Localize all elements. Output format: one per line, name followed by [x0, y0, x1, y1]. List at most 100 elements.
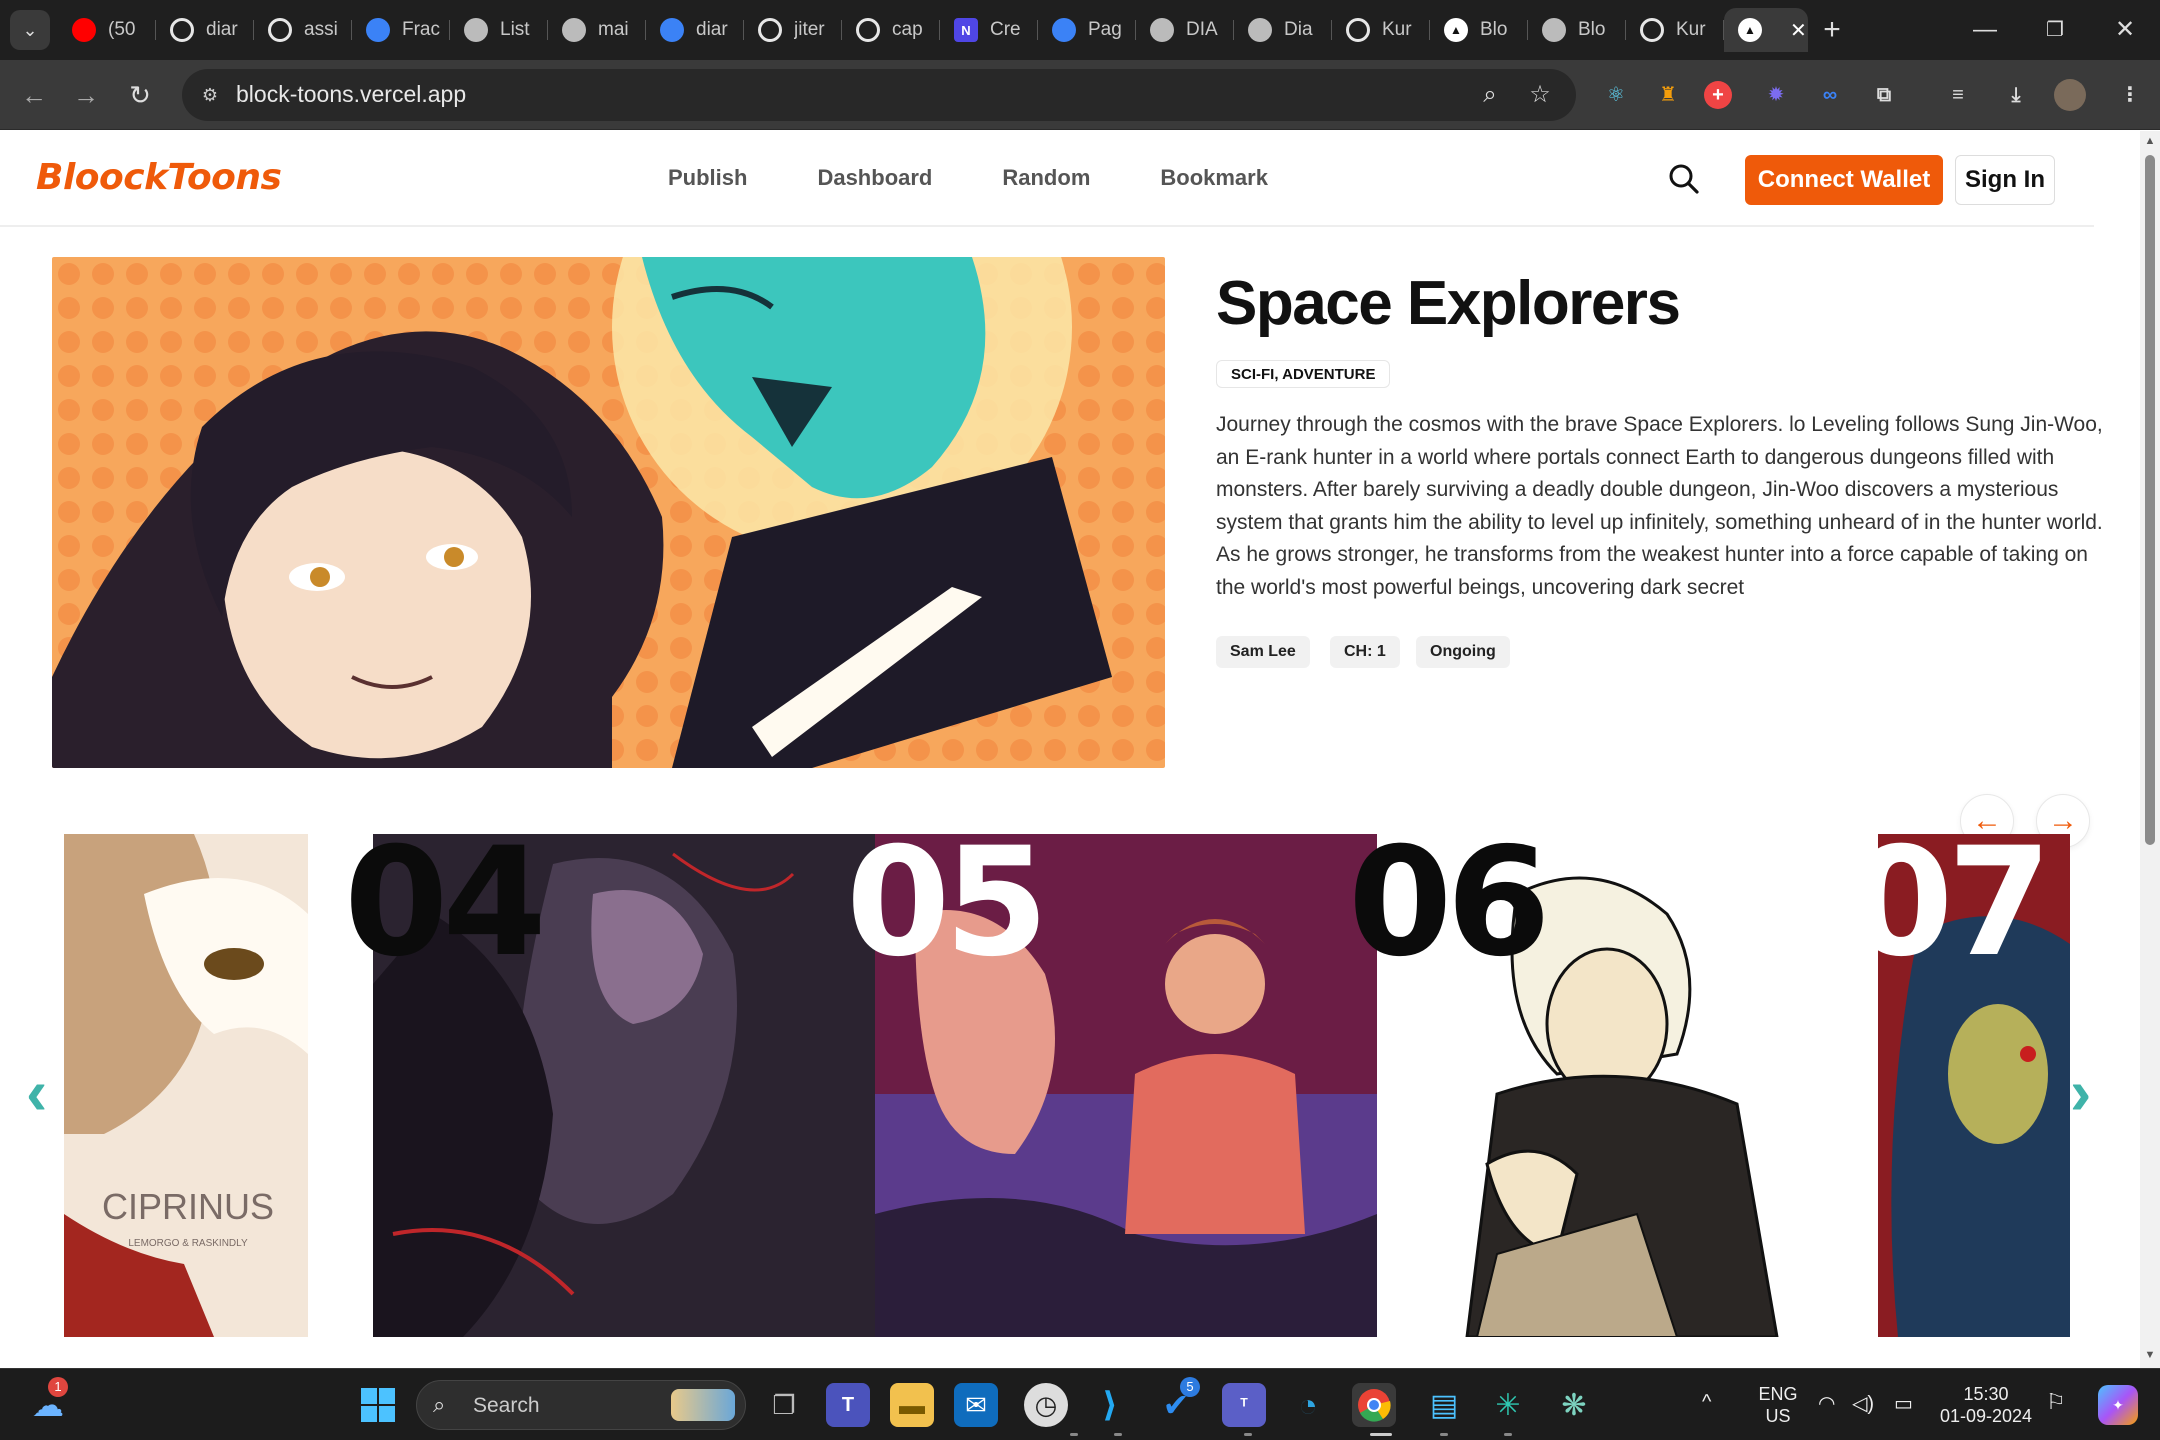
browser-tab-label: assi [304, 19, 338, 40]
browser-tab[interactable]: N Cre [940, 8, 1038, 52]
browser-tab[interactable]: Frac [352, 8, 450, 52]
browser-tab[interactable]: Kur [1626, 8, 1724, 52]
browser-tab[interactable]: (50 [58, 8, 156, 52]
sign-in-button[interactable]: Sign In [1955, 155, 2055, 205]
chatgpt-icon[interactable]: ❋ [1552, 1383, 1596, 1427]
notifications-icon[interactable]: ⚐ [2046, 1391, 2066, 1413]
browser-tab-label: mai [598, 19, 629, 40]
browser-tab[interactable]: diar [646, 8, 744, 52]
web-page: BloockToons Publish Dashboard Random Boo… [0, 131, 2140, 1368]
url-text[interactable]: block-toons.vercel.app [236, 81, 466, 108]
bookmark-star-icon[interactable]: ☆ [1522, 77, 1558, 113]
region-code: US [1765, 1406, 1791, 1426]
browser-tab[interactable]: DIA [1136, 8, 1234, 52]
github-icon [1640, 18, 1664, 42]
featured-title: Space Explorers [1216, 269, 1681, 338]
nav-bookmark[interactable]: Bookmark [1160, 165, 1268, 191]
wifi-icon[interactable]: ◠ [1818, 1393, 1835, 1415]
browser-tab[interactable]: Pag [1038, 8, 1136, 52]
chrome-icon[interactable] [1352, 1383, 1396, 1427]
site-logo[interactable]: BloockToons [36, 157, 282, 198]
browser-tab[interactable]: mai [548, 8, 646, 52]
forward-button[interactable]: → [66, 75, 106, 115]
task-view-icon[interactable]: ❐ [762, 1383, 806, 1427]
comic-card[interactable]: CIPRINUS LEMORGO & RASKINDLY [64, 834, 308, 1337]
nav-random[interactable]: Random [1002, 165, 1090, 191]
n-icon: N [954, 18, 978, 42]
network-app-icon[interactable]: ✳ [1486, 1383, 1530, 1427]
search-icon: ⌕ [433, 1392, 446, 1417]
notepad-icon[interactable]: ▤ [1422, 1383, 1466, 1427]
back-button[interactable]: ← [14, 75, 54, 115]
mail-icon[interactable]: ✉ [954, 1383, 998, 1427]
teams-chat-icon[interactable]: ᵀ [1222, 1383, 1266, 1427]
browser-tab[interactable]: cap [842, 8, 940, 52]
volume-icon[interactable]: ◁) [1852, 1393, 1874, 1415]
language-indicator[interactable]: ENG US [1756, 1383, 1800, 1427]
globe-icon [562, 18, 586, 42]
restore-button[interactable]: ❐ [2020, 0, 2090, 60]
extensions-puzzle-icon[interactable]: ⧉ [1866, 77, 1902, 113]
running-indicator [1440, 1433, 1448, 1436]
taskbar-search-box[interactable]: ⌕ Search [416, 1380, 746, 1430]
browser-tab[interactable]: diar [156, 8, 254, 52]
rank-number: 06 [1348, 834, 1551, 990]
file-explorer-icon[interactable]: ▬ [890, 1383, 934, 1427]
extension-gear-icon[interactable]: ✹ [1758, 77, 1794, 113]
tab-search-button[interactable]: ⌄ [10, 10, 50, 50]
scroll-up-arrow-icon[interactable]: ▲ [2144, 135, 2156, 147]
browser-tab-label: Cre [990, 19, 1021, 40]
close-window-button[interactable]: ✕ [2090, 0, 2160, 60]
extension-plus-icon[interactable]: + [1704, 81, 1732, 109]
browser-tab-active[interactable]: ▲ ✕ [1724, 8, 1808, 52]
nav-publish[interactable]: Publish [668, 165, 747, 191]
extension-infinity-icon[interactable]: ∞ [1812, 77, 1848, 113]
taskbar-search-label: Search [473, 1394, 540, 1417]
nav-dashboard[interactable]: Dashboard [817, 165, 932, 191]
reload-button[interactable]: ↻ [120, 75, 160, 115]
featured-cover-image[interactable] [52, 257, 1165, 768]
vscode-icon[interactable]: ⟩ [1088, 1383, 1132, 1427]
browser-tab[interactable]: Blo [1528, 8, 1626, 52]
download-icon[interactable]: ⤓ [1998, 77, 2034, 113]
browser-tab[interactable]: Dia [1234, 8, 1332, 52]
clock[interactable]: 15:30 01-09-2024 [1936, 1383, 2036, 1427]
close-tab-icon[interactable]: ✕ [1790, 18, 1807, 43]
browser-tab[interactable]: ▲ Blo [1430, 8, 1528, 52]
battery-icon[interactable]: ▭ [1894, 1393, 1913, 1415]
site-header: BloockToons Publish Dashboard Random Boo… [0, 131, 2094, 227]
connect-wallet-button[interactable]: Connect Wallet [1745, 155, 1943, 205]
start-button[interactable] [356, 1383, 400, 1427]
extension-fox-icon[interactable]: ♜ [1650, 77, 1686, 113]
browser-tab[interactable]: assi [254, 8, 352, 52]
browser-tab-label: Frac [402, 19, 440, 40]
carousel-next-arrow-icon[interactable]: › [2070, 1055, 2091, 1129]
scroll-down-arrow-icon[interactable]: ▼ [2144, 1349, 2156, 1361]
address-bar[interactable]: ⚙ block-toons.vercel.app ⌕ ☆ [182, 69, 1576, 121]
minimize-button[interactable]: — [1950, 0, 2020, 60]
media-control-icon[interactable]: ≡ [1940, 77, 1976, 113]
globe-icon [464, 18, 488, 42]
browser-tab[interactable]: List [450, 8, 548, 52]
react-devtools-icon[interactable]: ⚛ [1598, 77, 1634, 113]
show-hidden-icons-icon[interactable]: ^ [1702, 1391, 1711, 1413]
browser-tab[interactable]: Kur [1332, 8, 1430, 52]
clock-app-icon[interactable]: ◷ [1024, 1383, 1068, 1427]
search-icon[interactable] [1666, 161, 1702, 197]
copilot-icon[interactable]: ✦ [2098, 1385, 2138, 1425]
teams-icon[interactable]: T [826, 1383, 870, 1427]
browser-tab-label: diar [206, 19, 238, 40]
search-highlight-image [671, 1389, 735, 1421]
zoom-icon[interactable]: ⌕ [1472, 77, 1508, 113]
edge-icon[interactable]: ◔ [1286, 1383, 1330, 1427]
globe-icon [1248, 18, 1272, 42]
page-scrollbar[interactable]: ▲ ▼ [2140, 131, 2160, 1368]
profile-avatar[interactable] [2054, 79, 2086, 111]
scroll-thumb[interactable] [2145, 155, 2155, 845]
site-info-icon[interactable]: ⚙ [194, 79, 226, 111]
browser-menu-icon[interactable]: ⋮ [2112, 77, 2148, 113]
browser-tab[interactable]: jiter [744, 8, 842, 52]
new-tab-button[interactable]: + [1808, 8, 1856, 52]
carousel-prev-arrow-icon[interactable]: ‹ [26, 1055, 47, 1129]
youtube-icon [72, 18, 96, 42]
